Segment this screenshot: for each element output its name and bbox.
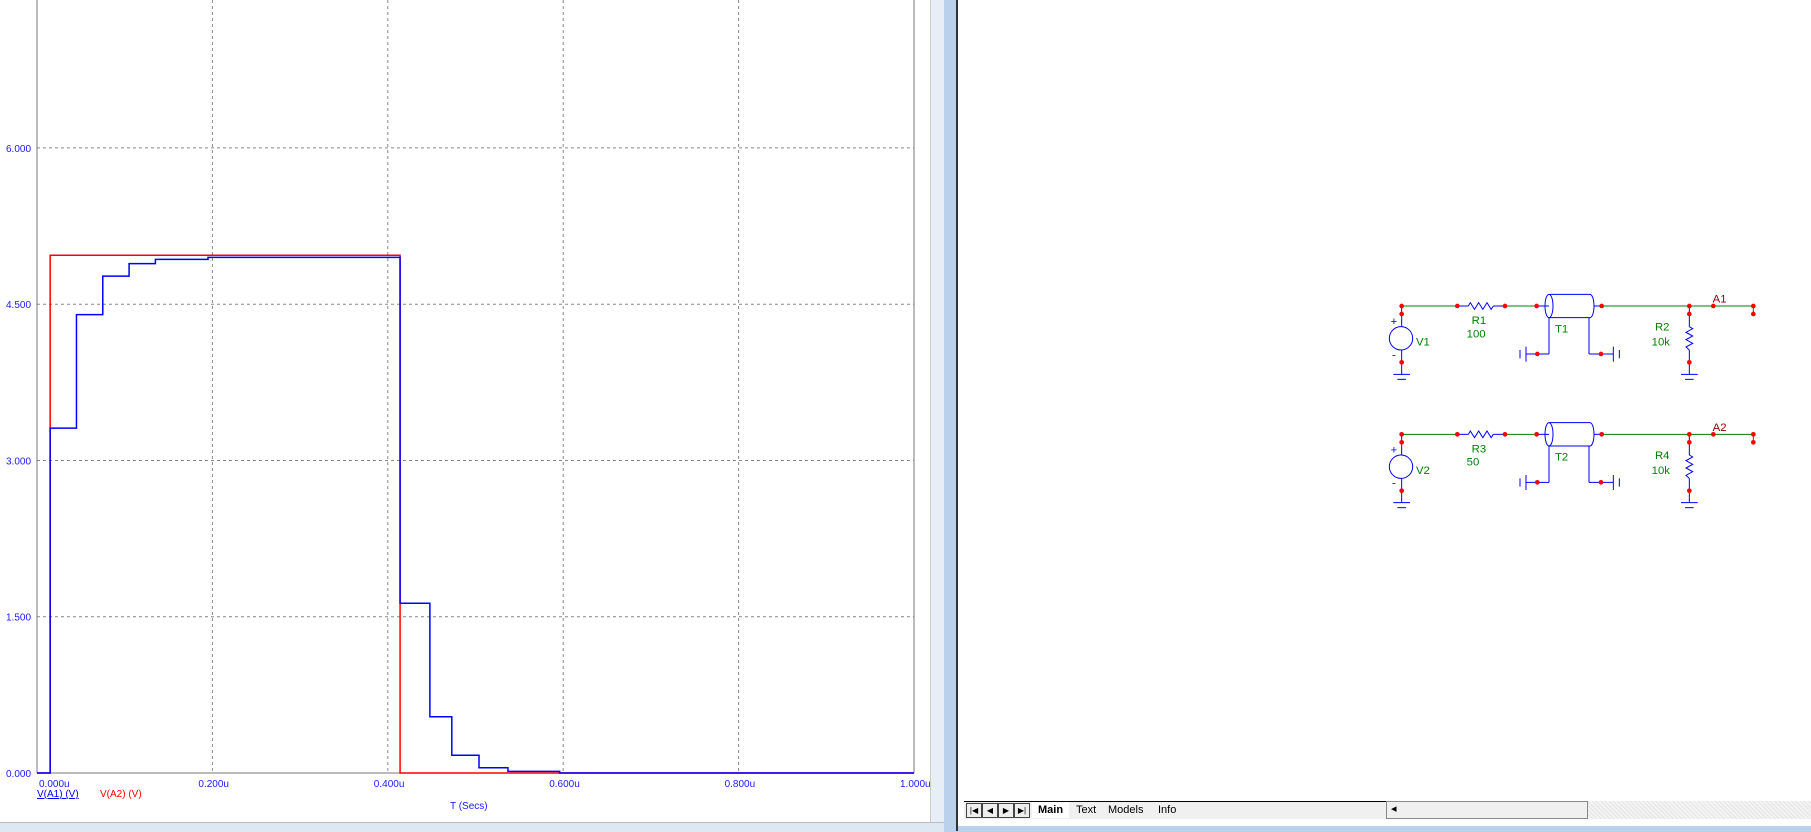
schematic-panel: + - V1 R1 100 T1 R2 10k A1 + - V2 R3 50 T2 R4 10k A2 [958, 0, 1811, 826]
tline-icon [1589, 422, 1595, 447]
x-tick-label: 0.600u [549, 779, 580, 790]
pin-dot [1751, 432, 1756, 437]
load-label: R2 [1655, 322, 1669, 334]
series-line-v-a1-v- [37, 256, 914, 774]
pin-dot [1598, 351, 1604, 357]
waveform-panel: 0.000u 0.200u 0.400u 0.600u 0.800u 1.000u 0.00… [0, 0, 945, 822]
pin-dot [1751, 440, 1756, 445]
pin-dot [1751, 303, 1756, 309]
x-axis-label: T (Secs) [450, 801, 488, 812]
pin-dot [1751, 311, 1756, 317]
horizontal-scrollbar[interactable]: ◂ [1386, 801, 1588, 819]
pin-dot [1399, 360, 1404, 365]
tab-info[interactable]: Info [1152, 802, 1182, 818]
x-tick-label: 0.800u [725, 779, 756, 790]
scroll-area-filler [1588, 801, 1811, 819]
x-tick-label: 0.200u [198, 779, 229, 790]
pin-dot [1687, 311, 1692, 317]
last-tab-button[interactable]: ▶| [1014, 803, 1030, 818]
load-value: 10k [1652, 337, 1671, 349]
y-tick-label: 1.500 [6, 613, 31, 624]
series-line-v-a2-v- [37, 254, 914, 774]
pin-dot [1502, 303, 1508, 309]
resistor-icon [1684, 454, 1694, 479]
node-label: A2 [1713, 422, 1727, 434]
legend-v-a1[interactable]: V(A1) (V) [37, 789, 79, 800]
schematic-circuit[interactable]: + - V1 R1100 T1 R2 10k A1 + - V2 R3 50 T2 R4 10k A2 [1370, 280, 1770, 530]
pin-dot [1535, 351, 1540, 357]
source-minus-label: - [1392, 478, 1396, 490]
next-tab-button[interactable]: ▶ [998, 803, 1014, 818]
tline-icon [1589, 293, 1595, 319]
waveform-plot: 0.000u 0.200u 0.400u 0.600u 0.800u 1.000u0.00… [6, 0, 930, 790]
node-label: A1 [1713, 294, 1727, 306]
y-tick-label: 3.000 [6, 456, 31, 467]
pin-dot [1687, 488, 1692, 493]
source-label: V1 [1416, 337, 1430, 349]
pin-dot [1399, 311, 1404, 317]
pin-dot [1534, 432, 1539, 437]
splitter[interactable] [944, 0, 958, 831]
pin-dot [1399, 303, 1404, 309]
tab-models[interactable]: Models [1102, 802, 1149, 818]
pin-dot [1598, 480, 1604, 485]
tab-text[interactable]: Text [1070, 802, 1102, 818]
pin-dot [1455, 303, 1460, 309]
source-minus-label: - [1392, 349, 1396, 361]
pin-dot [1535, 480, 1540, 485]
pin-dot [1599, 432, 1604, 437]
load-value: 10k [1652, 465, 1671, 477]
pin-dot [1502, 432, 1508, 437]
y-tick-label: 0.000 [6, 769, 31, 780]
x-tick-label: 1.000u [900, 779, 930, 790]
x-tick-label: 0.400u [374, 779, 405, 790]
resistor-icon [1684, 326, 1694, 351]
pin-dot [1687, 440, 1692, 445]
pin-dot [1687, 432, 1692, 437]
pin-dot [1687, 360, 1692, 365]
pin-dot [1399, 488, 1404, 493]
source-plus-label: + [1391, 316, 1398, 328]
scroll-left-arrow[interactable]: ◂ [1391, 802, 1397, 815]
panel-frame [930, 0, 945, 822]
pin-dot [1399, 440, 1404, 445]
pin-dot [1711, 432, 1716, 437]
pin-dot [1599, 303, 1604, 309]
pin-dot [1399, 432, 1404, 437]
voltage-source-icon [1388, 454, 1414, 479]
prev-tab-button[interactable]: ◀ [982, 803, 998, 818]
pin-dot [1455, 432, 1460, 437]
legend-v-a2[interactable]: V(A2) (V) [100, 789, 142, 800]
resistor-icon [1467, 430, 1494, 439]
voltage-source-icon [1388, 326, 1414, 351]
tline-label: T2 [1555, 452, 1568, 464]
pin-dot [1711, 303, 1716, 309]
pin-dot [1534, 303, 1539, 309]
load-label: R4 [1655, 450, 1669, 462]
y-tick-label: 6.000 [6, 144, 31, 155]
tline-label: T1 [1555, 323, 1568, 335]
resistor-value: 100 [1467, 328, 1486, 340]
source-plus-label: + [1391, 444, 1398, 456]
tab-main[interactable]: Main [1032, 802, 1070, 818]
y-tick-label: 4.500 [6, 300, 31, 311]
first-tab-button[interactable]: |◀ [966, 803, 982, 818]
pin-dot [1687, 303, 1692, 309]
resistor-value: 50 [1467, 457, 1480, 469]
resistor-label: R1 [1472, 315, 1486, 327]
resistor-icon [1467, 301, 1494, 311]
source-label: V2 [1416, 465, 1430, 477]
resistor-label: R3 [1472, 443, 1486, 455]
